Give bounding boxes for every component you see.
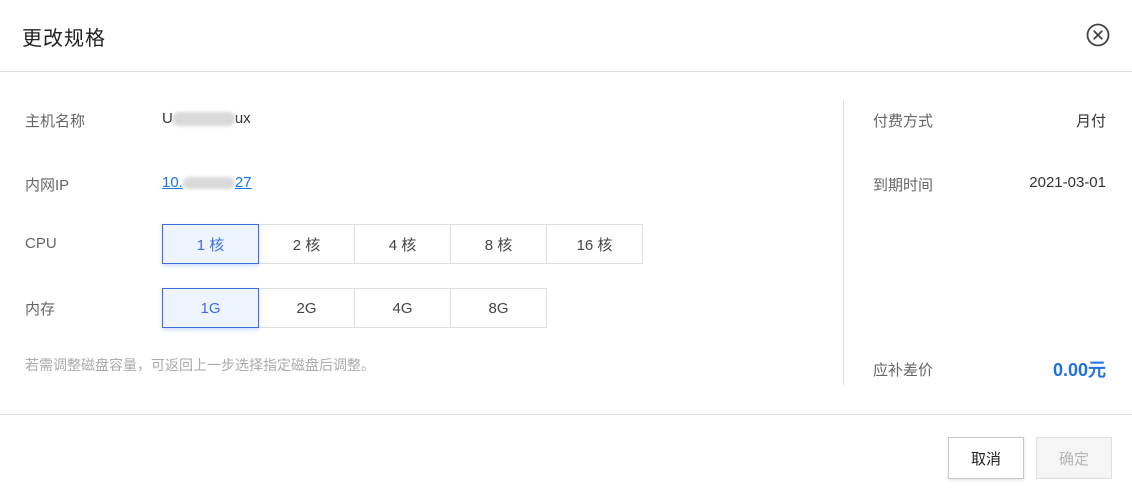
- memory-option-4g[interactable]: 4G: [354, 288, 451, 328]
- payment-method-value: 月付: [1075, 113, 1106, 130]
- price-diff-label: 应补差价: [873, 362, 934, 379]
- price-diff-value: 0.00元: [1052, 360, 1106, 380]
- cpu-option-8[interactable]: 8 核: [450, 224, 547, 264]
- ip-suffix: 27: [234, 174, 252, 191]
- vertical-divider: [843, 100, 844, 385]
- cancel-button[interactable]: 取消: [948, 437, 1024, 479]
- ip-prefix: 10.: [162, 174, 183, 191]
- disk-adjust-hint: 若需调整磁盘容量，可返回上一步选择指定磁盘后调整。: [25, 357, 375, 373]
- internal-ip-link[interactable]: 10. 27: [162, 174, 252, 191]
- host-name-label: 主机名称: [25, 113, 86, 130]
- cpu-options: 1 核 2 核 4 核 8 核 16 核: [162, 224, 643, 264]
- dialog-header: 更改规格: [0, 0, 1132, 72]
- expire-time-value: 2021-03-01: [1029, 174, 1106, 191]
- footer-divider: [0, 414, 1132, 415]
- expire-time-label: 到期时间: [873, 177, 934, 194]
- cpu-option-4[interactable]: 4 核: [354, 224, 451, 264]
- payment-method-label: 付费方式: [873, 113, 934, 130]
- memory-option-8g[interactable]: 8G: [450, 288, 547, 328]
- dialog-body: 主机名称 Uux 内网IP 10. 27 CPU 1 核 2 核 4 核 8 核 …: [0, 72, 1132, 414]
- host-name-prefix: U: [162, 110, 173, 127]
- close-circle-icon: [1086, 23, 1110, 47]
- memory-option-1g[interactable]: 1G: [162, 288, 259, 328]
- memory-option-2g[interactable]: 2G: [258, 288, 355, 328]
- memory-options: 1G 2G 4G 8G: [162, 288, 547, 328]
- host-name-value: Uux: [162, 110, 251, 127]
- confirm-button[interactable]: 确定: [1036, 437, 1112, 479]
- cpu-label: CPU: [25, 235, 57, 252]
- internal-ip-label: 内网IP: [25, 177, 70, 194]
- cpu-option-16[interactable]: 16 核: [546, 224, 643, 264]
- change-spec-dialog: 更改规格 主机名称 Uux 内网IP 10. 27 CPU 1 核 2 核 4 核…: [0, 0, 1132, 500]
- redaction-mask: [172, 112, 235, 127]
- cpu-option-1[interactable]: 1 核: [162, 224, 259, 264]
- cpu-option-2[interactable]: 2 核: [258, 224, 355, 264]
- host-name-suffix: ux: [234, 110, 251, 127]
- dialog-title: 更改规格: [22, 28, 106, 50]
- redaction-mask: [182, 177, 235, 190]
- close-button[interactable]: [1085, 22, 1111, 48]
- memory-label: 内存: [25, 301, 56, 318]
